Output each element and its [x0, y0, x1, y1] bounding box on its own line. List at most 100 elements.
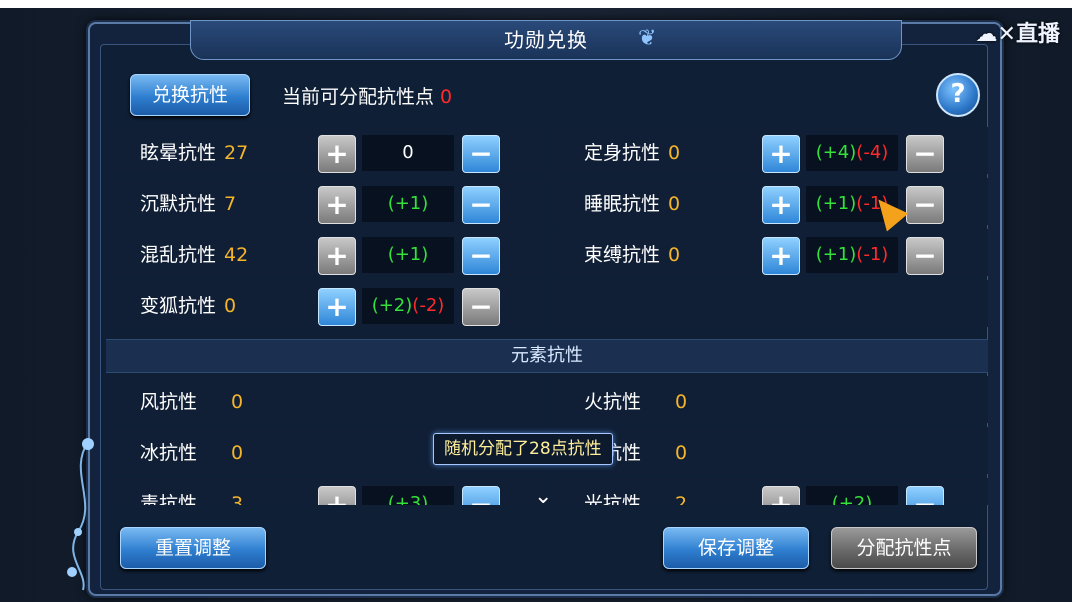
element-name: 光抗性 2	[584, 489, 687, 505]
resist-value: 0	[668, 142, 681, 164]
adjust-minus: (-2)	[412, 295, 445, 316]
resist-row: 定身抗性 0 + (+4)(-4) −	[550, 127, 988, 174]
resist-value: 0	[668, 244, 681, 266]
element-row: 雷抗性0	[550, 427, 988, 474]
resist-name: 混乱抗性 42	[140, 240, 248, 267]
element-label: 冰抗性	[140, 442, 198, 464]
resist-value: 42	[224, 244, 249, 266]
adjust-plus: (+1)	[387, 193, 429, 214]
reset-adjust-button[interactable]: 重置调整	[120, 527, 266, 569]
plus-button[interactable]: +	[318, 186, 356, 224]
resist-name: 变狐抗性 0	[140, 291, 236, 318]
resist-label: 束缚抗性	[584, 244, 661, 266]
element-value: 3	[231, 493, 244, 505]
element-value: 0	[675, 442, 688, 464]
resist-name: 定身抗性 0	[584, 138, 680, 165]
minus-button[interactable]: −	[462, 135, 500, 173]
adjust-minus: (-1)	[856, 244, 889, 265]
random-allocate-toast: 随机分配了28点抗性	[433, 433, 613, 465]
adjust-plus: (+2)	[371, 295, 413, 316]
top-white-bar	[0, 0, 1072, 8]
minus-button[interactable]: −	[906, 135, 944, 173]
resist-value: 0	[224, 295, 237, 317]
adjust-box: (+2)	[806, 486, 898, 505]
minus-button[interactable]: −	[462, 288, 500, 326]
element-name: 毒抗性 3	[140, 489, 243, 505]
minus-button[interactable]: −	[906, 186, 944, 224]
adjust-box: (+2)(-2)	[362, 288, 454, 324]
resist-row: 变狐抗性 0 + (+2)(-2) −	[106, 280, 544, 327]
available-points: 当前可分配抗性点 0	[282, 82, 452, 109]
adjust-box: (+1)(-1)	[806, 237, 898, 273]
element-row: 风抗性 0	[106, 376, 544, 423]
allocate-points-button[interactable]: 分配抗性点	[831, 527, 977, 569]
save-adjust-button[interactable]: 保存调整	[663, 527, 809, 569]
adjust-box: (+1)	[362, 186, 454, 222]
minus-button[interactable]: −	[906, 237, 944, 275]
resist-value: 0	[668, 193, 681, 215]
resist-value: 7	[224, 193, 237, 215]
plus-button[interactable]: +	[762, 486, 800, 505]
minus-button[interactable]: −	[462, 237, 500, 275]
resist-name: 睡眠抗性 0	[584, 189, 680, 216]
resist-label: 沉默抗性	[140, 193, 217, 215]
adjust-minus: (-4)	[856, 142, 889, 163]
element-row: 毒抗性 3 + (+3) −	[106, 478, 544, 505]
resist-row: 混乱抗性 42 + (+1) −	[106, 229, 544, 276]
resist-row: 束缚抗性 0 + (+1)(-1) −	[550, 229, 988, 276]
resist-row: 沉默抗性 7 + (+1) −	[106, 178, 544, 225]
adjust-box: (+1)	[362, 237, 454, 273]
adjust-plus: (+2)	[831, 493, 873, 505]
watermark-text: 直播	[1015, 22, 1060, 47]
element-name: 冰抗性 0	[140, 438, 243, 465]
plus-button[interactable]: +	[318, 135, 356, 173]
plus-button[interactable]: +	[762, 237, 800, 275]
adjust-plus: (+1)	[387, 244, 429, 265]
element-resist-header: 元素抗性	[106, 339, 988, 373]
resist-label: 混乱抗性	[140, 244, 217, 266]
adjust-box: (+4)(-4)	[806, 135, 898, 171]
minus-button[interactable]: −	[906, 486, 944, 505]
resist-label: 眩晕抗性	[140, 142, 217, 164]
element-row: 火抗性 0	[550, 376, 988, 423]
plus-button[interactable]: +	[318, 237, 356, 275]
element-value: 2	[675, 493, 688, 505]
element-label: 光抗性	[584, 493, 642, 505]
panel-title: 功勋兑换	[190, 20, 902, 60]
minus-button[interactable]: −	[462, 186, 500, 224]
resist-row: 睡眠抗性 0 + (+1)(-1) −	[550, 178, 988, 225]
adjust-plus: (+1)	[815, 193, 857, 214]
resist-label: 变狐抗性	[140, 295, 217, 317]
empty-cell	[550, 280, 988, 327]
plus-button[interactable]: +	[318, 486, 356, 505]
right-ornament-icon: ❦	[638, 26, 657, 51]
vine-ornament-icon	[67, 438, 94, 591]
element-row: 光抗性 2 + (+2) −	[550, 478, 988, 505]
element-value: 0	[231, 442, 244, 464]
exchange-resist-button[interactable]: 兑换抗性	[130, 74, 250, 116]
minus-button[interactable]: −	[462, 486, 500, 505]
resist-value: 27	[224, 142, 249, 164]
resist-name: 束缚抗性 0	[584, 240, 680, 267]
cat-logo-icon: ☁✕	[975, 22, 1016, 47]
stream-watermark: ☁✕直播	[976, 16, 1060, 48]
scroll-down-chevron-icon[interactable]: ⌄	[534, 484, 552, 509]
resist-row: 眩晕抗性 27 + 0 −	[106, 127, 544, 174]
element-value: 0	[231, 391, 244, 413]
available-points-value: 0	[440, 86, 453, 108]
element-name: 火抗性 0	[584, 387, 687, 414]
resist-name: 眩晕抗性 27	[140, 138, 248, 165]
available-points-label: 当前可分配抗性点	[282, 86, 435, 108]
adjust-plus: (+1)	[815, 244, 857, 265]
plus-button[interactable]: +	[318, 288, 356, 326]
resist-name: 沉默抗性 7	[140, 189, 236, 216]
element-label: 风抗性	[140, 391, 198, 413]
adjust-box: 0	[362, 135, 454, 171]
plus-button[interactable]: +	[762, 186, 800, 224]
element-name: 风抗性 0	[140, 387, 243, 414]
plus-button[interactable]: +	[762, 135, 800, 173]
element-label: 火抗性	[584, 391, 642, 413]
element-label: 毒抗性	[140, 493, 198, 505]
help-icon[interactable]: ?	[936, 73, 980, 117]
resist-label: 睡眠抗性	[584, 193, 661, 215]
